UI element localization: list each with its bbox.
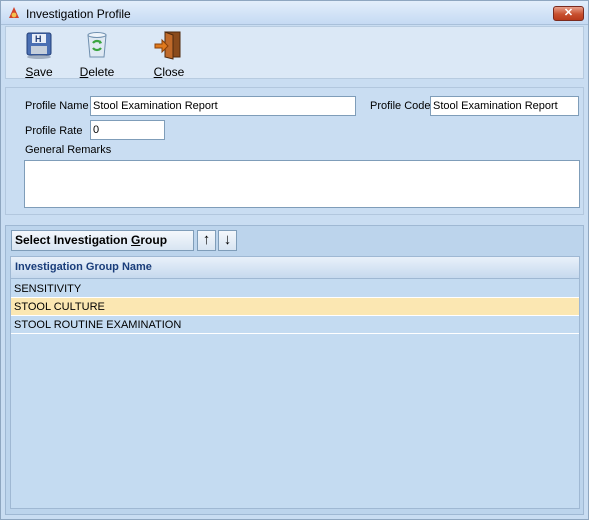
window-title: Investigation Profile — [26, 7, 131, 21]
general-remarks-label: General Remarks — [25, 144, 112, 156]
select-investigation-group-button[interactable]: Select Investigation Group — [11, 230, 194, 251]
save-label: Save — [25, 65, 53, 79]
investigation-group-panel: Select Investigation Group ↑ ↓ Investiga… — [5, 225, 584, 515]
table-row[interactable]: STOOL ROUTINE EXAMINATION — [11, 316, 579, 334]
profile-code-label: Profile Code — [370, 100, 431, 112]
profile-form: Profile Name Stool Examination Report Pr… — [5, 87, 584, 215]
move-up-button[interactable]: ↑ — [197, 230, 216, 251]
exit-door-icon — [154, 31, 181, 60]
svg-text:H: H — [35, 34, 42, 44]
move-down-button[interactable]: ↓ — [218, 230, 237, 251]
delete-button[interactable]: Delete — [72, 29, 122, 79]
table-row-selected[interactable]: STOOL CULTURE — [11, 298, 579, 316]
profile-code-input[interactable]: Stool Examination Report — [430, 96, 579, 116]
profile-rate-label: Profile Rate — [25, 125, 83, 137]
table-row[interactable]: SENSITIVITY — [11, 280, 579, 298]
grid-header-group-name[interactable]: Investigation Group Name — [11, 257, 579, 279]
profile-name-input[interactable]: Stool Examination Report — [90, 96, 356, 116]
save-icon: H — [26, 32, 52, 59]
profile-name-label: Profile Name — [25, 100, 89, 112]
title-bar: Investigation Profile ✕ — [1, 1, 588, 25]
close-label: Close — [153, 65, 185, 79]
profile-rate-input[interactable]: 0 — [90, 120, 165, 140]
app-logo-icon — [9, 7, 19, 18]
investigation-profile-window: Investigation Profile ✕ H Save Delete Cl… — [0, 0, 589, 520]
delete-label: Delete — [79, 65, 115, 79]
window-close-button[interactable]: ✕ — [553, 6, 584, 21]
close-button[interactable]: Close — [144, 29, 194, 79]
toolbar: H Save Delete Close — [5, 26, 584, 79]
investigation-group-grid: Investigation Group Name SENSITIVITY STO… — [10, 256, 580, 509]
recycle-bin-icon — [87, 32, 107, 58]
general-remarks-textarea[interactable] — [24, 160, 580, 208]
save-button[interactable]: H Save — [14, 29, 64, 79]
